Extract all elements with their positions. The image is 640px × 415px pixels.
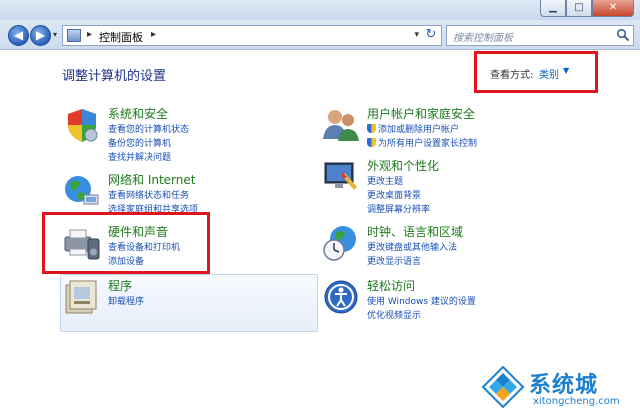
site-logo-icon <box>481 365 525 409</box>
watermark-url: xitongcheng.com <box>533 396 620 407</box>
maximize-button[interactable]: □ <box>566 0 592 17</box>
forward-button[interactable]: ▶ <box>30 25 51 46</box>
window-controls: ▁ □ ✕ <box>540 0 634 17</box>
back-button[interactable]: ◀ <box>8 25 29 46</box>
link-parental-controls[interactable]: 为所有用户设置家长控制 <box>367 136 477 149</box>
title-bar: ▁ □ ✕ <box>0 0 640 20</box>
link-windows-recommended-settings[interactable]: 使用 Windows 建议的设置 <box>367 294 476 307</box>
link-desktop-background[interactable]: 更改桌面背景 <box>367 188 421 201</box>
uac-shield-icon <box>367 124 376 133</box>
category-title[interactable]: 系统和安全 <box>108 105 168 122</box>
annotation-highlight-hardware <box>42 212 210 274</box>
link-change-theme[interactable]: 更改主题 <box>367 174 403 187</box>
watermark: 系统城 xitongcheng.com <box>481 365 636 413</box>
category-title[interactable]: 网络和 Internet <box>108 171 195 188</box>
category-title[interactable]: 用户帐户和家庭安全 <box>367 105 475 122</box>
minimize-button[interactable]: ▁ <box>540 0 566 17</box>
breadcrumb-separator[interactable]: ▸ <box>87 29 92 40</box>
link-text[interactable]: 添加或删除用户帐户 <box>378 125 459 135</box>
search-input[interactable]: 搜索控制面板 <box>446 25 634 46</box>
watermark-name: 系统城 <box>529 373 599 398</box>
address-dropdown-icon[interactable]: ▾ <box>414 30 419 40</box>
search-placeholder: 搜索控制面板 <box>453 33 513 44</box>
link-text[interactable]: 为所有用户设置家长控制 <box>378 139 477 149</box>
control-panel-window: ▁ □ ✕ ◀ ▶ ▾ ▸ 控制面板 ▸ ▾ ↻ 搜索控制面板 调整计算机的设置… <box>0 0 640 415</box>
shield-security-icon <box>68 109 98 142</box>
address-bar[interactable]: ▸ 控制面板 ▸ ▾ <box>62 25 442 46</box>
link-backup-computer[interactable]: 备份您的计算机 <box>108 136 171 149</box>
category-title[interactable]: 外观和个性化 <box>367 157 439 174</box>
link-troubleshoot[interactable]: 查找并解决问题 <box>108 150 171 163</box>
link-optimize-video[interactable]: 优化视频显示 <box>367 308 421 321</box>
page-title: 调整计算机的设置 <box>62 69 167 84</box>
content-area: 调整计算机的设置 查看方式: 类别 ▼ 系统和安全 查看您的计算机状态 备份您的… <box>0 51 640 415</box>
category-title[interactable]: 轻松访问 <box>367 277 415 294</box>
recent-pages-dropdown[interactable]: ▾ <box>53 30 57 39</box>
link-network-status[interactable]: 查看网络状态和任务 <box>108 188 189 201</box>
ease-of-access-icon <box>324 280 358 314</box>
search-icon[interactable] <box>616 28 630 42</box>
refresh-button[interactable]: ↻ <box>420 25 442 44</box>
link-uninstall-program[interactable]: 卸载程序 <box>108 294 144 307</box>
users-icon <box>323 110 359 141</box>
category-title[interactable]: 程序 <box>108 277 132 294</box>
appearance-monitor-icon <box>324 162 357 190</box>
clock-globe-icon <box>323 226 356 261</box>
link-add-remove-users[interactable]: 添加或删除用户帐户 <box>367 122 459 135</box>
programs-icon <box>65 280 97 314</box>
category-title[interactable]: 时钟、语言和区域 <box>367 223 463 240</box>
link-screen-resolution[interactable]: 调整屏幕分辨率 <box>367 202 430 215</box>
link-display-language[interactable]: 更改显示语言 <box>367 254 421 267</box>
control-panel-icon <box>67 29 81 42</box>
uac-shield-icon <box>367 138 376 147</box>
link-view-computer-status[interactable]: 查看您的计算机状态 <box>108 122 189 135</box>
annotation-highlight-view-by <box>474 51 598 93</box>
breadcrumb-control-panel[interactable]: 控制面板 <box>99 29 143 45</box>
navigation-bar: ◀ ▶ ▾ ▸ 控制面板 ▸ ▾ ↻ 搜索控制面板 <box>0 20 640 50</box>
link-change-keyboard[interactable]: 更改键盘或其他输入法 <box>367 240 457 253</box>
network-globe-icon <box>65 176 99 205</box>
breadcrumb-separator-2[interactable]: ▸ <box>151 29 156 40</box>
close-button[interactable]: ✕ <box>592 0 634 17</box>
